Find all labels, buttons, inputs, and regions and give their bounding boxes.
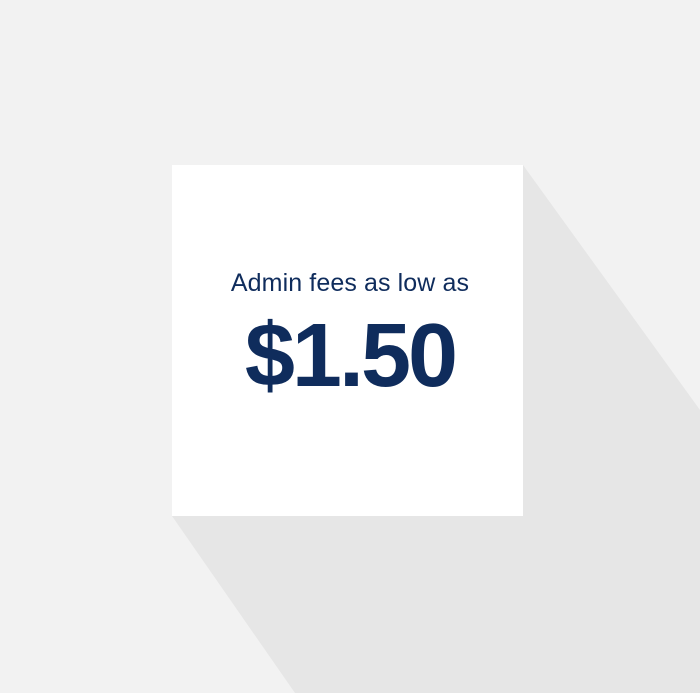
- promo-price: $1.50: [244, 306, 458, 406]
- promo-graphic: Admin fees as low as $1.50: [0, 0, 700, 693]
- promo-headline: Admin fees as low as: [230, 269, 470, 297]
